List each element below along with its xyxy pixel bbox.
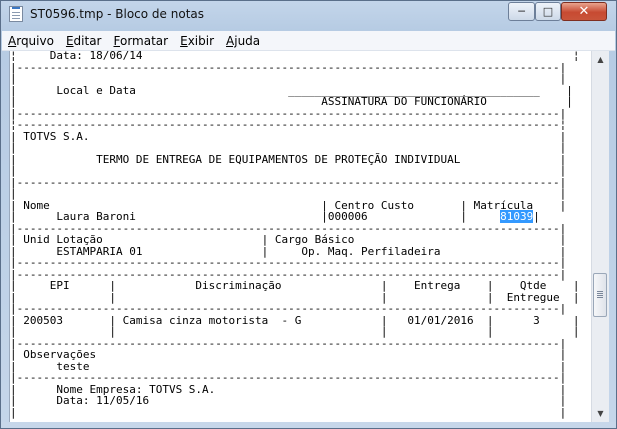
menu-ajuda-accesskey: Aj: [226, 34, 238, 48]
minimize-button[interactable]: ─: [508, 2, 535, 21]
notepad-icon: [9, 6, 23, 22]
menu-arquivo-label: rquivo: [16, 34, 54, 48]
window-bottom-border: [1, 422, 616, 428]
menu-editar-label: ditar: [73, 34, 102, 48]
menu-formatar[interactable]: Formatar: [108, 31, 175, 50]
menu-editar[interactable]: Editar: [60, 31, 108, 50]
menu-exibir-label: xibir: [187, 34, 215, 48]
menu-bar: Arquivo Editar Formatar Exibir Ajuda: [2, 31, 615, 51]
menu-ajuda[interactable]: Ajuda: [220, 31, 266, 50]
notepad-window: ST0596.tmp - Bloco de notas ─ □ ✕ Arquiv…: [0, 0, 617, 429]
menu-arquivo-accesskey: A: [8, 34, 17, 48]
minimize-icon: ─: [518, 5, 525, 18]
menu-exibir-accesskey: E: [180, 34, 188, 48]
text-editor[interactable]: ¦ Data: 18/06/14 ¦ |--------------------…: [9, 51, 592, 422]
close-icon: ✕: [578, 4, 590, 19]
menu-formatar-label: ormatar: [119, 34, 169, 48]
document-text-after: | |-------------------------------------…: [10, 210, 580, 419]
maximize-icon: □: [542, 5, 554, 18]
scroll-up-arrow-icon[interactable]: ▲: [592, 51, 609, 68]
close-button[interactable]: ✕: [561, 2, 607, 21]
document-text: ¦ Data: 18/06/14 ¦ |--------------------…: [10, 51, 580, 418]
window-title: ST0596.tmp - Bloco de notas: [30, 7, 205, 21]
document-text-before: ¦ Data: 18/06/14 ¦ |--------------------…: [10, 51, 580, 223]
menu-arquivo[interactable]: Arquivo: [2, 31, 60, 50]
menu-exibir[interactable]: Exibir: [174, 31, 220, 50]
maximize-button[interactable]: □: [535, 2, 561, 21]
title-bar[interactable]: ST0596.tmp - Bloco de notas ─ □ ✕: [1, 1, 616, 29]
menu-editar-accesskey: E: [65, 34, 74, 48]
vertical-scrollbar[interactable]: ▲ ▼: [591, 51, 609, 422]
scrollbar-thumb[interactable]: [593, 273, 607, 317]
scroll-down-arrow-icon[interactable]: ▼: [592, 405, 609, 422]
grip-icon: [597, 291, 603, 299]
menu-ajuda-label: uda: [237, 34, 261, 48]
